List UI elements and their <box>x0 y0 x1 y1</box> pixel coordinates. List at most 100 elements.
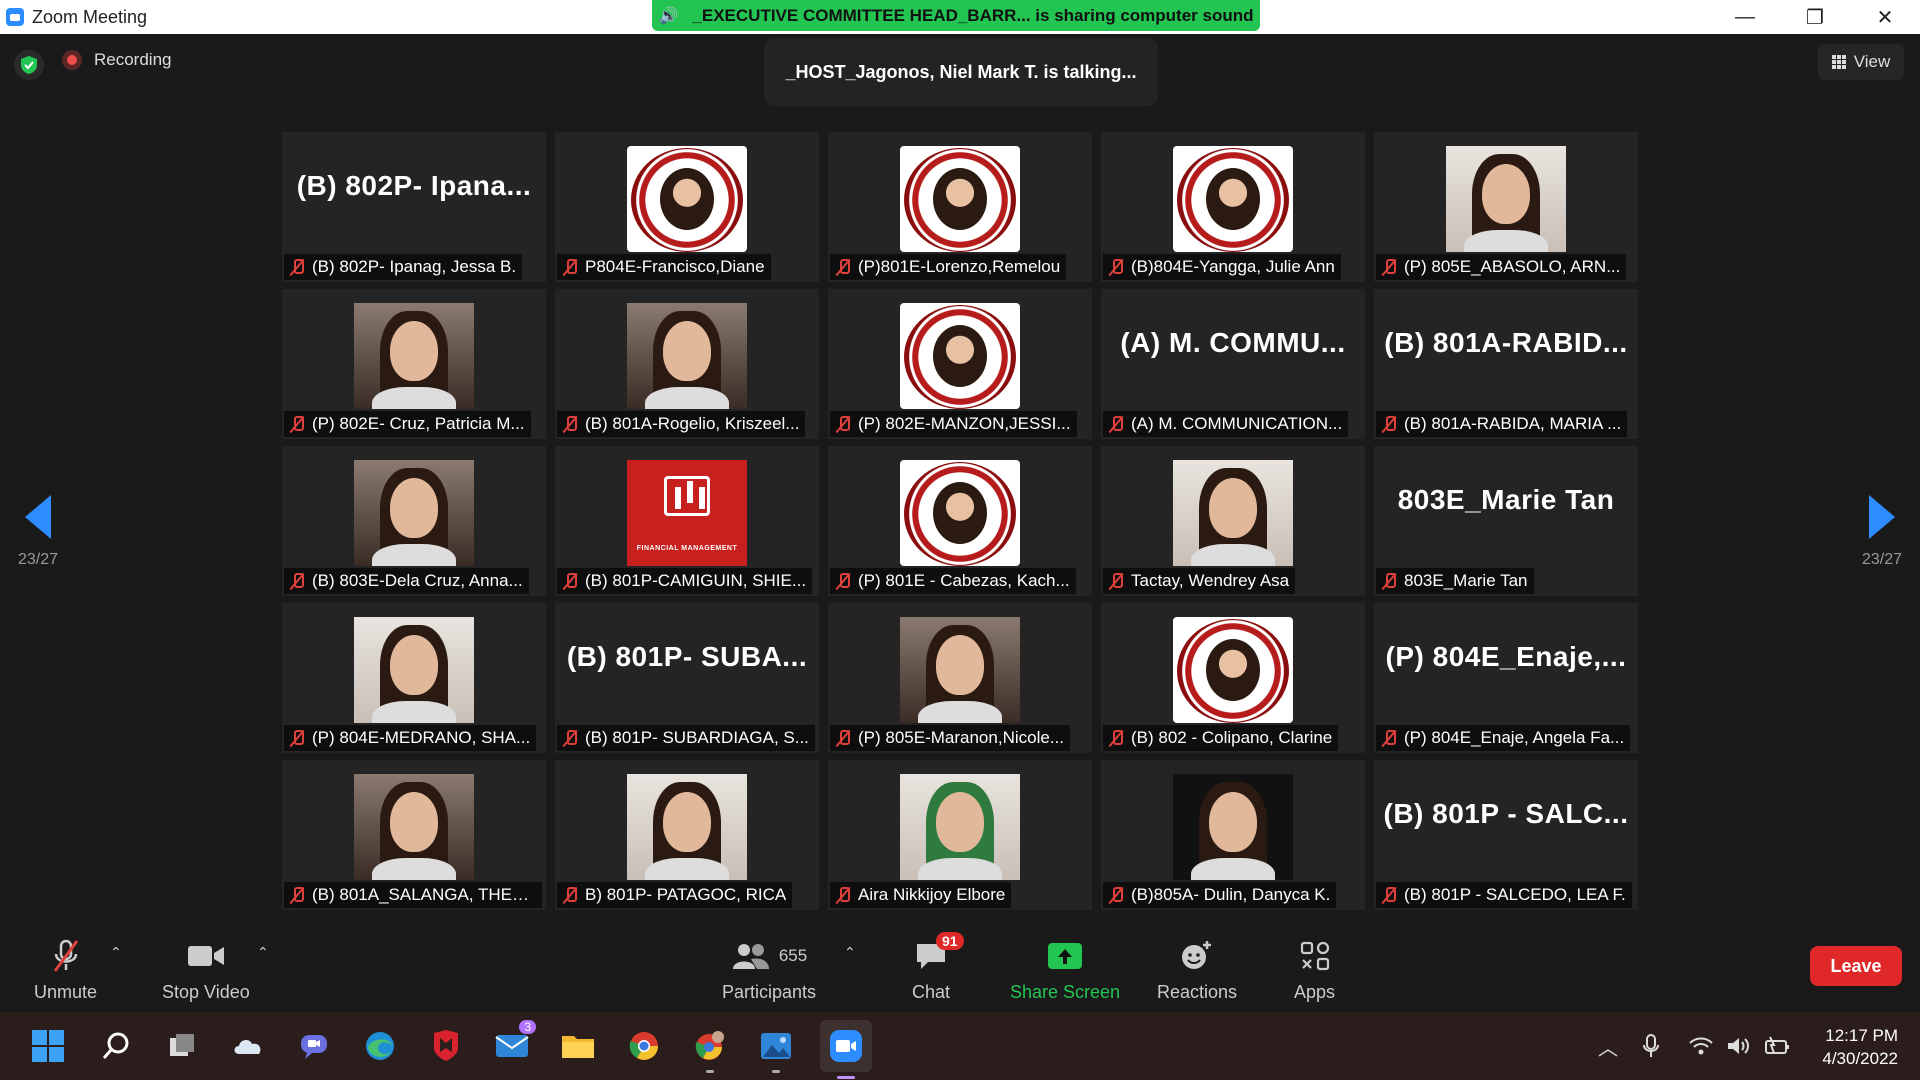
mic-muted-icon <box>288 415 306 433</box>
mail-icon[interactable]: 3 <box>492 1020 536 1066</box>
avatar-caption: FINANCIAL MANAGEMENT <box>636 545 738 552</box>
meeting-toolbar: Unmute ⌃ Stop Video ⌃ 655 Participants ⌃… <box>0 926 1920 1012</box>
video-camera-icon <box>186 936 226 976</box>
chrome-browser-icon[interactable] <box>624 1026 664 1066</box>
participant-name-tag: (B)805A- Dulin, Danyca K. <box>1103 882 1337 908</box>
audio-options-caret-icon[interactable]: ⌃ <box>110 944 122 961</box>
participant-video <box>1173 774 1293 880</box>
teams-chat-icon[interactable] <box>294 1026 334 1066</box>
participant-tile[interactable]: (P)801E-Lorenzo,Remelou <box>828 132 1092 282</box>
participant-name-tag: (P) 801E - Cabezas, Kach... <box>830 568 1076 594</box>
participant-tile[interactable]: B) 801P- PATAGOC, RICA <box>555 760 819 910</box>
clock-date: 4/30/2022 <box>1822 1049 1898 1068</box>
system-tray: ︿ <box>1598 1012 1790 1080</box>
file-explorer-icon[interactable] <box>558 1026 598 1066</box>
video-options-caret-icon[interactable]: ⌃ <box>257 944 269 961</box>
wifi-icon[interactable] <box>1688 1035 1714 1057</box>
participant-tile[interactable]: (P) 805E-Maranon,Nicole... <box>828 603 1092 753</box>
mic-muted-icon <box>561 886 579 904</box>
participant-tile[interactable]: (B) 802P- Ipana... (B) 802P- Ipanag, Jes… <box>282 132 546 282</box>
participant-name-tag: (B)804E-Yangga, Julie Ann <box>1103 254 1341 280</box>
participant-name: (B)805A- Dulin, Danyca K. <box>1131 885 1331 904</box>
mic-muted-icon <box>49 936 83 976</box>
participant-count: 655 <box>778 946 808 965</box>
view-button[interactable]: View <box>1818 44 1904 80</box>
stop-video-button[interactable]: Stop Video <box>162 936 250 1003</box>
participant-tile[interactable]: (B) 801P - SALC... (B) 801P - SALCEDO, L… <box>1374 760 1638 910</box>
participant-tile[interactable]: (A) M. COMMU... (A) M. COMMUNICATION... <box>1101 289 1365 439</box>
participant-video <box>354 303 474 409</box>
participant-tile[interactable]: (B) 801A-Rogelio, Kriszeel... <box>555 289 819 439</box>
participant-tile[interactable]: (B) 801A_SALANGA, THER... <box>282 760 546 910</box>
task-view-icon[interactable] <box>162 1026 202 1066</box>
leave-button[interactable]: Leave <box>1810 946 1902 986</box>
sound-share-banner[interactable]: 🔊 _EXECUTIVE COMMITTEE HEAD_BARR... is s… <box>652 0 1260 31</box>
edge-browser-icon[interactable] <box>360 1026 400 1066</box>
participant-tile[interactable]: (P) 802E- Cruz, Patricia M... <box>282 289 546 439</box>
participant-tile[interactable]: (P) 801E - Cabezas, Kach... <box>828 446 1092 596</box>
mic-muted-icon <box>834 572 852 590</box>
participant-tile[interactable]: Tactay, Wendrey Asa <box>1101 446 1365 596</box>
participant-name: (B) 801P- SUBARDIAGA, S... <box>585 728 809 747</box>
previous-page-button[interactable]: 23/27 <box>18 495 58 569</box>
security-shield-icon[interactable] <box>14 50 44 80</box>
participant-tile[interactable]: (B) 802 - Colipano, Clarine <box>1101 603 1365 753</box>
participant-video <box>900 774 1020 880</box>
taskbar-clock[interactable]: 12:17 PM 4/30/2022 <box>1822 1024 1898 1070</box>
participant-name: P804E-Francisco,Diane <box>585 257 765 276</box>
participant-display-name: (B) 801P - SALC... <box>1383 798 1629 829</box>
participant-name: (A) M. COMMUNICATION... <box>1131 414 1343 433</box>
next-page-button[interactable]: 23/27 <box>1862 495 1902 569</box>
participant-name: (P) 801E - Cabezas, Kach... <box>858 571 1070 590</box>
participant-name-tag: (P) 805E-Maranon,Nicole... <box>830 725 1070 751</box>
participant-name-tag: Tactay, Wendrey Asa <box>1103 568 1296 594</box>
participants-label: Participants <box>722 982 817 1002</box>
participants-button[interactable]: 655 Participants <box>722 936 816 1003</box>
chrome-profile-icon[interactable] <box>690 1026 730 1073</box>
participant-tile[interactable]: 803E_Marie Tan 803E_Marie Tan <box>1374 446 1638 596</box>
battery-charging-icon[interactable] <box>1762 1035 1790 1057</box>
volume-icon[interactable] <box>1726 1035 1752 1057</box>
participant-tile[interactable]: (B)804E-Yangga, Julie Ann <box>1101 132 1365 282</box>
share-screen-button[interactable]: Share Screen <box>1010 936 1120 1003</box>
zoom-app-icon <box>6 8 24 26</box>
search-icon[interactable] <box>96 1026 136 1066</box>
unmute-label: Unmute <box>34 982 98 1002</box>
participant-tile[interactable]: (P) 802E-MANZON,JESSI... <box>828 289 1092 439</box>
onedrive-cloud-icon[interactable] <box>228 1026 268 1066</box>
recording-indicator[interactable]: Recording <box>62 50 172 70</box>
mic-muted-icon <box>1107 415 1125 433</box>
zoom-taskbar-icon[interactable] <box>820 1020 872 1079</box>
close-button[interactable]: ✕ <box>1850 0 1920 34</box>
unmute-button[interactable]: Unmute <box>34 936 97 1003</box>
clock-time: 12:17 PM <box>1825 1026 1898 1045</box>
show-hidden-icons-chevron-icon[interactable]: ︿ <box>1598 1032 1618 1061</box>
minimize-button[interactable]: — <box>1710 0 1780 34</box>
participant-tile[interactable]: FINANCIAL MANAGEMENT (B) 801P-CAMIGUIN, … <box>555 446 819 596</box>
participant-tile[interactable]: (B)805A- Dulin, Danyca K. <box>1101 760 1365 910</box>
participants-options-caret-icon[interactable]: ⌃ <box>844 944 856 961</box>
participant-name-tag: (B) 801A_SALANGA, THER... <box>284 882 542 908</box>
restore-button[interactable]: ❐ <box>1780 0 1850 34</box>
participant-name: Aira Nikkijoy Elbore <box>858 885 1006 904</box>
participant-tile[interactable]: (P) 805E_ABASOLO, ARN... <box>1374 132 1638 282</box>
participant-tile[interactable]: (P) 804E_Enaje,... (P) 804E_Enaje, Angel… <box>1374 603 1638 753</box>
active-speaker-toast: _HOST_Jagonos, Niel Mark T. is talking..… <box>764 38 1158 106</box>
participant-tile[interactable]: (P) 804E-MEDRANO, SHA... <box>282 603 546 753</box>
participant-tile[interactable]: Aira Nikkijoy Elbore <box>828 760 1092 910</box>
mic-muted-icon <box>1107 572 1125 590</box>
participant-name: (B) 801A-RABIDA, MARIA ... <box>1404 414 1622 433</box>
mic-muted-icon <box>834 886 852 904</box>
participant-tile[interactable]: (B) 801A-RABID... (B) 801A-RABIDA, MARIA… <box>1374 289 1638 439</box>
participant-tile[interactable]: (B) 803E-Dela Cruz, Anna... <box>282 446 546 596</box>
photos-icon[interactable] <box>756 1026 796 1073</box>
zoom-meeting-window: { "window": { "title": "Zoom Meeting", "… <box>0 0 1920 1080</box>
participant-tile[interactable]: P804E-Francisco,Diane <box>555 132 819 282</box>
apps-button[interactable]: Apps <box>1294 936 1335 1003</box>
start-button-icon[interactable] <box>28 1026 68 1066</box>
participant-tile[interactable]: (B) 801P- SUBA... (B) 801P- SUBARDIAGA, … <box>555 603 819 753</box>
microphone-tray-icon[interactable] <box>1642 1033 1660 1059</box>
chat-button[interactable]: 91 Chat <box>912 932 964 1003</box>
reactions-button[interactable]: Reactions <box>1157 936 1237 1003</box>
mcafee-shield-icon[interactable] <box>426 1026 466 1066</box>
